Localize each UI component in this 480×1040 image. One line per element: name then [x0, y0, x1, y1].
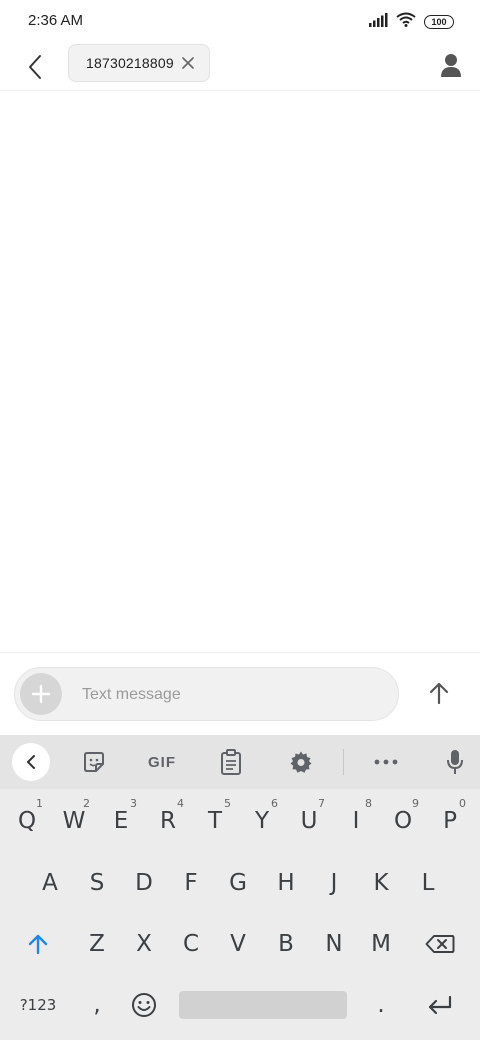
key-o[interactable]: O9	[381, 795, 425, 847]
clipboard-button[interactable]	[218, 747, 244, 777]
comma-key[interactable]: ,	[75, 979, 119, 1031]
voice-input-button[interactable]	[443, 747, 467, 777]
sticker-button[interactable]	[80, 747, 108, 777]
plus-icon	[31, 684, 51, 704]
emoji-icon	[132, 993, 156, 1017]
key-p[interactable]: P0	[428, 795, 472, 847]
key-k[interactable]: K	[359, 857, 403, 909]
sticker-icon	[84, 752, 104, 772]
collapse-toolbar-button[interactable]	[12, 743, 50, 781]
status-time: 2:36 AM	[28, 12, 84, 29]
gif-button[interactable]: GIF	[144, 747, 180, 777]
message-input[interactable]	[80, 680, 384, 710]
key-q[interactable]: Q1	[5, 795, 49, 847]
contact-button[interactable]	[436, 48, 466, 82]
period-key[interactable]: .	[359, 979, 403, 1031]
key-h[interactable]: H	[264, 857, 308, 909]
keyboard: GIF Q 1 W 2 E 3 R 4 T 5 Y 6 U 7 I 8 O 9 …	[0, 735, 480, 1040]
key-x[interactable]: X	[122, 918, 166, 970]
enter-key[interactable]	[418, 979, 462, 1031]
backspace-icon	[425, 935, 455, 953]
key-y[interactable]: Y6	[240, 795, 284, 847]
key-b[interactable]: B	[264, 918, 308, 970]
key-n[interactable]: N	[312, 918, 356, 970]
key-u[interactable]: U7	[287, 795, 331, 847]
conversation-header: 18730218809	[0, 44, 480, 91]
toolbar-separator	[343, 749, 344, 775]
space-key[interactable]	[179, 991, 347, 1019]
key-m[interactable]: M	[359, 918, 403, 970]
attach-button[interactable]	[20, 673, 62, 715]
gear-icon	[290, 751, 312, 773]
symbols-key[interactable]: ?123	[16, 979, 60, 1031]
key-t[interactable]: T5	[193, 795, 237, 847]
shift-arrow-icon	[28, 934, 48, 955]
recipient-chip[interactable]: 18730218809	[68, 44, 210, 82]
more-dots-icon	[374, 759, 398, 765]
key-z[interactable]: Z	[75, 918, 119, 970]
more-button[interactable]	[372, 747, 400, 777]
send-button[interactable]	[420, 676, 458, 710]
key-v[interactable]: V	[216, 918, 260, 970]
backspace-key[interactable]	[418, 918, 462, 970]
back-button[interactable]	[20, 48, 50, 86]
keyboard-toolbar: GIF	[0, 735, 480, 789]
battery-icon: 100	[424, 15, 454, 29]
key-j[interactable]: J	[312, 857, 356, 909]
close-icon[interactable]	[181, 56, 195, 70]
send-arrow-icon	[429, 682, 449, 705]
settings-button[interactable]	[288, 747, 314, 777]
enter-arrow-icon	[428, 995, 452, 1015]
shift-key[interactable]	[16, 918, 60, 970]
back-arrow-icon	[29, 55, 41, 79]
person-icon	[441, 54, 461, 77]
recipient-number: 18730218809	[86, 55, 174, 71]
signal-icon	[368, 12, 388, 32]
wifi-icon	[396, 12, 416, 32]
emoji-key[interactable]	[122, 979, 166, 1031]
key-l[interactable]: L	[406, 857, 450, 909]
message-list	[0, 91, 480, 651]
chevron-left-icon	[27, 755, 35, 769]
key-d[interactable]: D	[122, 857, 166, 909]
key-c[interactable]: C	[169, 918, 213, 970]
key-w[interactable]: W2	[52, 795, 96, 847]
microphone-icon	[447, 750, 463, 774]
composer-divider	[0, 652, 480, 653]
key-f[interactable]: F	[169, 857, 213, 909]
key-e[interactable]: E3	[99, 795, 143, 847]
key-r[interactable]: R4	[146, 795, 190, 847]
key-s[interactable]: S	[75, 857, 119, 909]
key-g[interactable]: G	[216, 857, 260, 909]
composer-field	[14, 667, 399, 721]
key-i[interactable]: I8	[334, 795, 378, 847]
clipboard-icon	[221, 749, 241, 775]
status-bar: 2:36 AM 100	[0, 0, 480, 44]
key-a[interactable]: A	[28, 857, 72, 909]
status-icons: 100	[368, 12, 454, 32]
messaging-screen: 2:36 AM 100 18730218809 Text message GIF…	[0, 0, 480, 1040]
